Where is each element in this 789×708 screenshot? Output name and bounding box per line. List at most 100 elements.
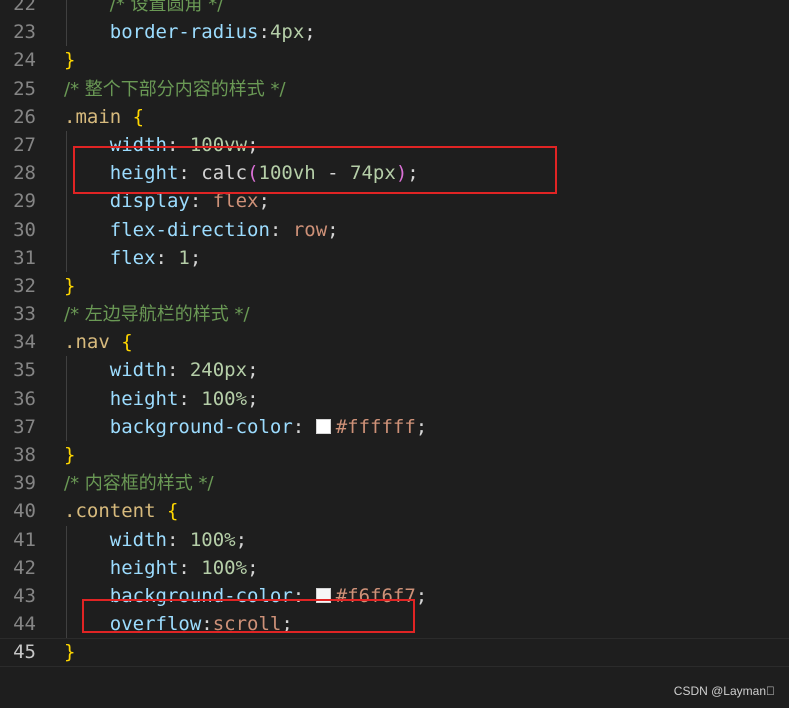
token-txt: ; xyxy=(415,584,428,607)
token-num: 100vh xyxy=(258,162,316,185)
code-text: /* 整个下部分内容的样式 */ xyxy=(64,75,286,104)
token-txt: ; xyxy=(247,133,259,156)
code-line[interactable]: 27 width: 100vw; xyxy=(0,130,789,160)
code-line[interactable]: 23 border-radius:4px; xyxy=(0,18,789,47)
line-number: 24 xyxy=(13,49,36,72)
token-txt: ; xyxy=(189,246,202,269)
token-val: scroll xyxy=(212,613,282,636)
code-text: } xyxy=(64,441,75,469)
line-number: 31 xyxy=(13,246,36,269)
code-line[interactable]: 34 .nav { xyxy=(0,328,789,356)
token-txt: : xyxy=(178,387,202,410)
code-line[interactable]: 44 overflow:scroll; xyxy=(0,610,789,639)
code-text: } xyxy=(64,46,75,74)
line-number: 34 xyxy=(13,331,36,354)
line-number: 23 xyxy=(13,21,36,44)
token-sel: .main xyxy=(64,105,122,128)
token-txt: : xyxy=(166,359,190,382)
token-txt: : xyxy=(258,21,270,44)
line-number: 25 xyxy=(13,77,36,100)
token-prop: flex-direction xyxy=(109,218,270,241)
code-text: border-radius:4px; xyxy=(64,18,316,46)
token-txt: - xyxy=(315,162,351,185)
code-line[interactable]: 30 flex-direction: row; xyxy=(0,215,789,244)
token-txt: ; xyxy=(247,387,259,410)
token-txt: : xyxy=(292,584,316,607)
code-text: /* 内容框的样式 */ xyxy=(64,469,214,498)
line-number: 33 xyxy=(13,303,36,326)
token-num: 74px xyxy=(350,162,396,185)
code-line[interactable]: 32} xyxy=(0,272,789,300)
line-number: 45 xyxy=(13,641,36,664)
token-prop: width xyxy=(109,528,167,551)
token-txt: : xyxy=(292,415,316,438)
code-line[interactable]: 43 background-color: #f6f6f7; xyxy=(0,581,789,611)
code-line[interactable]: 29 display: flex; xyxy=(0,187,789,216)
code-text: } xyxy=(64,272,75,300)
code-line[interactable]: 26 .main { xyxy=(0,103,789,131)
token-txt: ; xyxy=(304,21,316,44)
code-line[interactable]: 37 background-color: #ffffff; xyxy=(0,412,789,441)
code-text: width: 240px; xyxy=(64,356,259,384)
code-line[interactable]: 45} xyxy=(0,638,789,667)
token-txt: : xyxy=(166,528,190,551)
code-line[interactable]: 25 /* 整个下部分内容的样式 */ xyxy=(0,75,789,103)
code-line[interactable]: 42 height: 100%; xyxy=(0,553,789,582)
line-number: 38 xyxy=(13,444,36,466)
line-number: 42 xyxy=(13,556,36,579)
token-brace: } xyxy=(64,274,76,297)
token-prop: height xyxy=(109,387,179,410)
code-line[interactable]: 28 height: calc(100vh - 74px); xyxy=(0,159,789,188)
code-text: background-color: #f6f6f7; xyxy=(64,582,427,610)
line-number: 44 xyxy=(13,613,36,636)
code-line[interactable]: 38} xyxy=(0,441,789,469)
code-line[interactable]: 24} xyxy=(0,46,789,74)
code-line[interactable]: 31 flex: 1; xyxy=(0,243,789,272)
token-brace: } xyxy=(64,49,76,72)
token-prop: width xyxy=(109,359,167,382)
code-editor[interactable]: 22 /* 设置圆角 */23 border-radius:4px; 24} 25/… xyxy=(0,0,789,708)
token-cmt: /* 内容框的样式 */ xyxy=(64,473,214,495)
code-line[interactable]: 33 /* 左边导航栏的样式 */ xyxy=(0,300,789,328)
token-prop: flex xyxy=(109,246,156,269)
token-prop: height xyxy=(109,556,179,579)
token-txt: : xyxy=(269,218,293,241)
token-txt: ; xyxy=(258,190,270,213)
code-text: } xyxy=(64,638,75,666)
code-line[interactable]: 39 /* 内容框的样式 */ xyxy=(0,469,789,497)
code-text: /* 左边导航栏的样式 */ xyxy=(64,300,250,329)
token-num: 240px xyxy=(189,359,248,382)
code-line[interactable]: 36 height: 100%; xyxy=(0,384,789,413)
line-number: 41 xyxy=(13,528,36,551)
token-txt: : xyxy=(201,613,213,636)
code-text: height: 100%; xyxy=(64,554,259,582)
code-line[interactable]: 40 .content { xyxy=(0,497,789,525)
token-cmt: /* 整个下部分内容的样式 */ xyxy=(64,78,286,100)
code-text: /* 设置圆角 */ xyxy=(64,0,224,19)
color-swatch[interactable] xyxy=(315,418,331,434)
code-line[interactable]: 35 width: 240px; xyxy=(0,356,789,385)
code-text: .main { xyxy=(64,103,144,131)
code-line[interactable]: 41 width: 100%; xyxy=(0,525,789,554)
code-line[interactable]: 22 /* 设置圆角 */ xyxy=(0,0,789,19)
token-brace: } xyxy=(64,641,76,664)
code-area[interactable]: 22 /* 设置圆角 */23 border-radius:4px; 24} 25/… xyxy=(0,0,789,667)
code-text: background-color: #ffffff; xyxy=(64,413,427,441)
color-swatch[interactable] xyxy=(315,587,331,603)
code-text: .content { xyxy=(64,497,178,525)
token-prop: width xyxy=(109,133,167,156)
code-text: width: 100vw; xyxy=(64,131,259,159)
token-txt: : xyxy=(178,556,202,579)
token-txt: : xyxy=(166,133,190,156)
